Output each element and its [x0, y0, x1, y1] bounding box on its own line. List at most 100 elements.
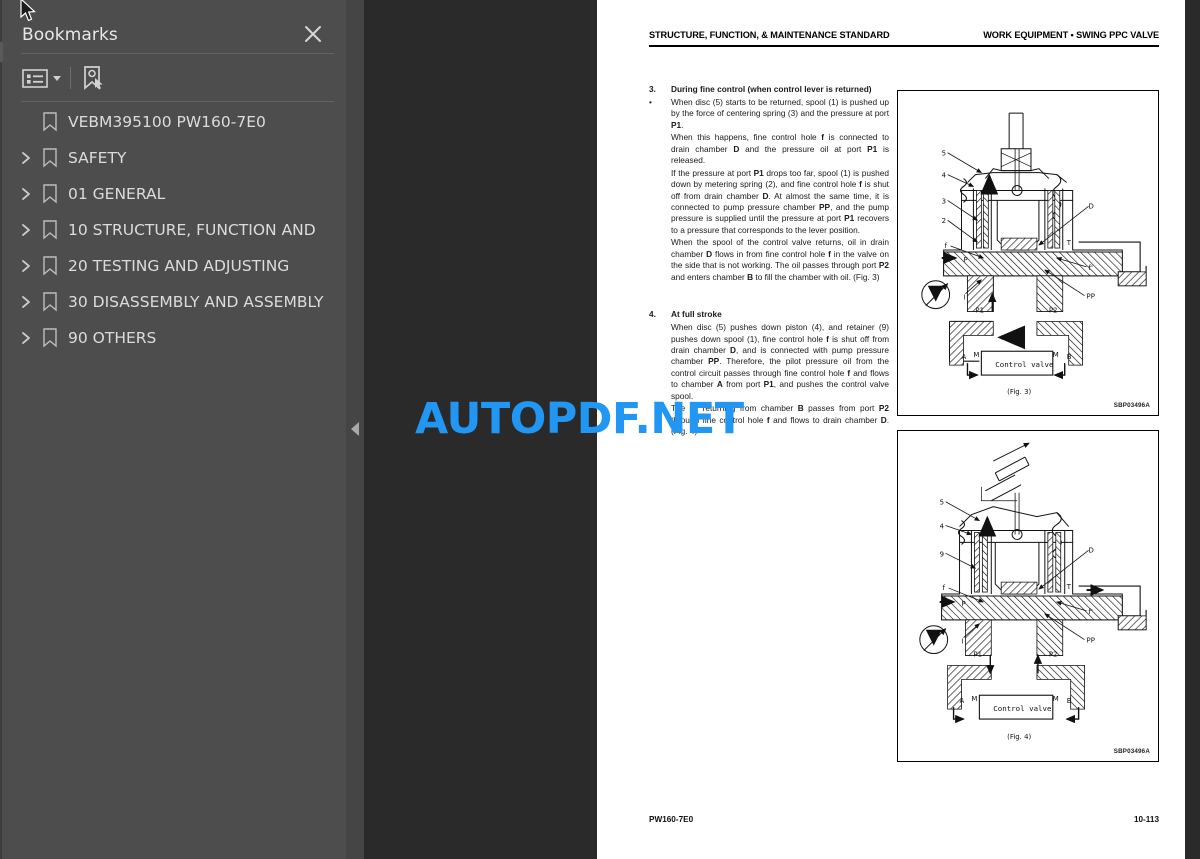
svg-text:f: f — [945, 242, 948, 250]
svg-text:A: A — [960, 697, 965, 705]
svg-text:M: M — [973, 351, 979, 359]
bookmark-item-label: 01 GENERAL — [68, 185, 166, 203]
paragraph: If the pressure at port P1 drops too far… — [671, 167, 890, 235]
bookmark-item-label: VEBM395100 PW160-7E0 — [68, 113, 266, 131]
svg-text:3: 3 — [942, 197, 946, 205]
bookmark-item[interactable]: 01 GENERAL — [0, 176, 346, 212]
svg-text:5: 5 — [940, 499, 944, 507]
chevron-left-icon — [351, 422, 359, 436]
svg-text:P: P — [962, 600, 966, 608]
section-title: At full stroke — [671, 309, 722, 320]
paragraph: The oil returning from chamber B passes … — [671, 403, 889, 436]
bookmark-item-label: 30 DISASSEMBLY AND ASSEMBLY — [68, 293, 324, 311]
panel-divider-bottom — [21, 101, 334, 102]
pdf-viewer-window: Bookmarks VEBM395100 PW160-7E0 SAFETY 01… — [0, 0, 1200, 859]
paragraph: When this happens, fine control hole f i… — [671, 132, 890, 166]
chevron-right-icon[interactable] — [18, 150, 34, 166]
section-title: During fine control (when control lever … — [671, 84, 872, 94]
close-icon[interactable] — [302, 23, 324, 45]
bookmark-item[interactable]: 20 TESTING AND ADJUSTING — [0, 248, 346, 284]
bookmark-icon — [42, 220, 60, 240]
ppc-valve-diagram-fig4: 5 4 9 f P I P1 P2 D T f' PP AM MB Contro… — [919, 442, 1147, 741]
section-number: 4. — [649, 309, 656, 320]
svg-text:Control valve: Control valve — [993, 704, 1052, 713]
svg-text:f': f' — [1089, 608, 1093, 616]
bookmark-item[interactable]: VEBM395100 PW160-7E0 — [0, 104, 346, 140]
svg-text:(Fig. 3): (Fig. 3) — [1007, 388, 1031, 396]
header-rule — [649, 45, 1159, 47]
bookmark-icon — [42, 148, 60, 168]
svg-text:f: f — [943, 584, 946, 592]
bookmark-item[interactable]: 90 OTHERS — [0, 320, 346, 356]
svg-text:5: 5 — [942, 150, 946, 158]
bookmark-icon — [42, 184, 60, 204]
svg-text:A: A — [962, 353, 967, 361]
bookmark-icon — [42, 256, 60, 276]
svg-text:4: 4 — [942, 172, 947, 180]
bookmark-item[interactable]: 30 DISASSEMBLY AND ASSEMBLY — [0, 284, 346, 320]
panel-title: Bookmarks — [22, 25, 118, 45]
chevron-right-icon[interactable] — [18, 330, 34, 346]
svg-text:4: 4 — [940, 523, 945, 531]
svg-text:2: 2 — [942, 217, 946, 225]
chevron-right-icon[interactable] — [18, 186, 34, 202]
paragraph: When the spool of the control valve retu… — [671, 237, 890, 282]
bookmark-item[interactable]: 10 STRUCTURE, FUNCTION AND — [0, 212, 346, 248]
chevron-right-icon[interactable] — [18, 294, 34, 310]
svg-text:D: D — [1089, 546, 1094, 554]
svg-text:9: 9 — [940, 550, 944, 558]
bookmark-tree: VEBM395100 PW160-7E0 SAFETY 01 GENERAL 10 S… — [0, 104, 346, 356]
viewer-right-gutter — [1185, 0, 1200, 859]
bookmark-icon — [42, 112, 60, 132]
svg-text:P1: P1 — [975, 307, 984, 315]
svg-text:PP: PP — [1087, 293, 1095, 301]
bookmarks-panel: Bookmarks VEBM395100 PW160-7E0 SAFETY 01… — [0, 0, 346, 859]
bookmark-item[interactable]: SAFETY — [0, 140, 346, 176]
svg-text:B: B — [1067, 353, 1072, 361]
page-running-header: STRUCTURE, FUNCTION, & MAINTENANCE STAND… — [649, 30, 1159, 52]
svg-text:P: P — [963, 256, 967, 264]
page-text-column: 3. During fine control (when control lev… — [649, 84, 889, 764]
svg-text:M: M — [971, 695, 977, 703]
svg-text:M: M — [1053, 351, 1059, 359]
chevron-down-icon — [53, 75, 61, 81]
footer-page-number: 10-113 — [1133, 815, 1159, 824]
bookmark-item-label: 10 STRUCTURE, FUNCTION AND — [68, 221, 316, 239]
svg-text:M: M — [1053, 695, 1059, 703]
svg-text:I: I — [962, 638, 964, 646]
section-number: 3. — [649, 84, 656, 94]
svg-text:PP: PP — [1087, 637, 1095, 645]
svg-text:P2: P2 — [1049, 307, 1058, 315]
toolbar-separator — [70, 67, 71, 89]
bookmark-item-label: 90 OTHERS — [68, 329, 157, 347]
bookmark-icon — [42, 292, 60, 312]
bullet-marker: • — [649, 97, 652, 108]
section-heading: 4. At full stroke — [649, 309, 889, 320]
figure-code: SBP03496A — [1113, 748, 1150, 755]
footer-model-label: PW160-7E0 — [649, 815, 694, 824]
bulleted-paragraph: • When disc (5) starts to be returned, s… — [649, 97, 889, 132]
figure-3: 5 4 3 2 f P I P1 P2 D T f' PP AM M B Con… — [897, 90, 1159, 416]
bookmark-icon — [42, 328, 60, 348]
chevron-right-icon[interactable] — [18, 222, 34, 238]
bookmark-item-label: 20 TESTING AND ADJUSTING — [68, 257, 290, 275]
pdf-page: STRUCTURE, FUNCTION, & MAINTENANCE STAND… — [597, 0, 1185, 859]
svg-text:P2: P2 — [1049, 651, 1058, 659]
header-right-text: WORK EQUIPMENT • SWING PPC VALVE — [983, 30, 1159, 40]
svg-text:Control valve: Control valve — [995, 360, 1054, 369]
collapse-panel-button[interactable] — [348, 415, 362, 443]
svg-text:P1: P1 — [973, 651, 982, 659]
bookmark-options-icon[interactable] — [22, 64, 61, 92]
figure-4: 5 4 9 f P I P1 P2 D T f' PP AM MB Contro… — [897, 430, 1159, 762]
panel-divider-top — [21, 53, 334, 54]
svg-text:T: T — [1066, 239, 1072, 247]
svg-text:B: B — [1067, 697, 1072, 705]
new-bookmark-icon[interactable] — [80, 64, 106, 92]
svg-text:T: T — [1066, 583, 1072, 591]
section-heading: 3. During fine control (when control lev… — [649, 84, 889, 95]
chevron-right-icon[interactable] — [18, 258, 34, 274]
pdf-page-viewport[interactable]: STRUCTURE, FUNCTION, & MAINTENANCE STAND… — [364, 0, 1200, 859]
svg-text:(Fig. 4): (Fig. 4) — [1007, 733, 1031, 741]
svg-text:D: D — [1089, 202, 1094, 210]
paragraph: When disc (5) pushes down piston (4), an… — [671, 322, 890, 401]
